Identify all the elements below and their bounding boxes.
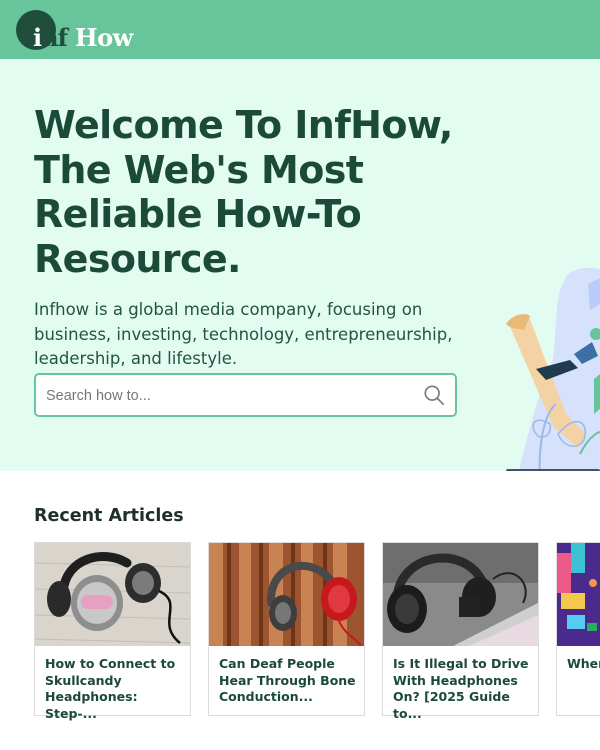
article-title[interactable]: Is It Illegal to Drive With Headphones O… [393, 656, 533, 722]
isometric-colorful-illustration-image[interactable] [557, 543, 600, 646]
recent-articles-heading: Recent Articles [34, 506, 184, 526]
article-title[interactable]: When Head Manu [567, 656, 600, 673]
logo-inf-prefix: i [33, 23, 42, 52]
hero-description: Infhow is a global media company, focusi… [34, 300, 453, 368]
logo-inf-text: inf [33, 23, 68, 52]
site-logo[interactable]: inf How [16, 9, 133, 52]
article-title[interactable]: Can Deaf People Hear Through Bone Conduc… [219, 656, 359, 706]
logo-inf-suffix: nf [41, 23, 68, 52]
search-box[interactable] [34, 373, 457, 417]
site-header: inf How [0, 0, 600, 59]
search-input[interactable] [46, 383, 406, 409]
hero-section: Welcome To InfHow, The Web's Most Reliab… [0, 59, 600, 471]
hero-title: Welcome To InfHow, The Web's Most Reliab… [34, 103, 453, 281]
red-headphones-on-wood-image[interactable] [209, 543, 364, 646]
hero-illustration-icon [506, 267, 600, 471]
article-card[interactable]: How to Connect to Skullcandy Headphones:… [34, 542, 191, 721]
logo-how-text: How [75, 23, 133, 52]
article-card[interactable]: When Head Manu [556, 542, 600, 716]
article-card[interactable]: Is It Illegal to Drive With Headphones O… [382, 542, 539, 721]
article-title[interactable]: How to Connect to Skullcandy Headphones:… [45, 656, 185, 722]
search-icon[interactable] [423, 384, 445, 406]
article-card[interactable]: Can Deaf People Hear Through Bone Conduc… [208, 542, 365, 716]
black-headphones-on-tablet-image[interactable] [383, 543, 538, 646]
recent-articles-list: How to Connect to Skullcandy Headphones:… [34, 542, 600, 722]
headphones-on-wood-image[interactable] [35, 543, 190, 646]
